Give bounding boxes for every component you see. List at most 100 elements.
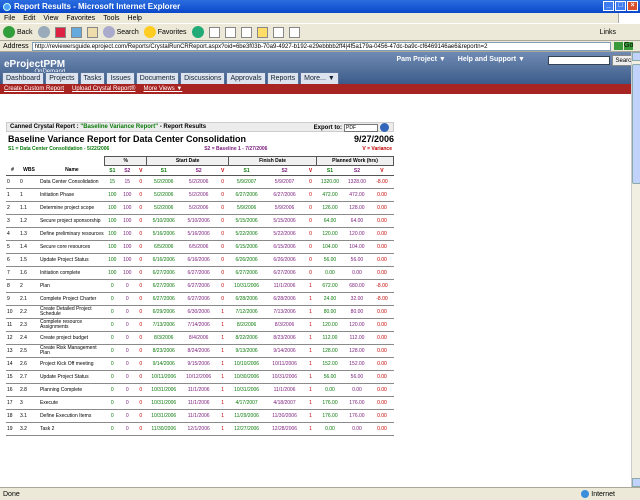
home-button[interactable] <box>86 26 98 38</box>
table-cell: 0 <box>104 305 120 319</box>
tab-tasks[interactable]: Tasks <box>79 72 106 84</box>
table-cell: Define preliminary resources <box>38 227 105 241</box>
table-cell: 1.2 <box>18 214 39 228</box>
table-cell: Project Kick Off meeting <box>38 357 105 371</box>
table-cell: 0 <box>134 396 147 410</box>
app-search-input[interactable] <box>548 56 610 65</box>
tab-projects[interactable]: Projects <box>45 72 79 84</box>
mail-button[interactable] <box>208 26 220 38</box>
links-button[interactable]: Links <box>600 29 616 36</box>
print-button[interactable] <box>224 26 236 38</box>
table-cell: 1 <box>6 188 19 202</box>
table-cell: 0 <box>304 266 317 280</box>
refresh-button[interactable] <box>70 26 82 38</box>
table-cell: 8/4/2006 <box>180 331 217 345</box>
table-row: 0 0 Data Center Consolidation 15 15 0 5/2/2006… <box>6 175 394 189</box>
create-custom-report-link[interactable]: Create Custom Report <box>4 86 64 92</box>
stop-button[interactable] <box>54 26 66 38</box>
group-start-date: Start Date <box>146 156 230 166</box>
column-header: S2 <box>264 165 305 176</box>
report-rows: 0 0 Data Center Consolidation 15 15 0 5/2/2006… <box>6 175 394 436</box>
tab-issues[interactable]: Issues <box>106 72 135 84</box>
column-header: S1 <box>104 165 120 176</box>
report-legend: S1 = Data Center Consolidation - 5/22/20… <box>6 146 394 152</box>
mail-icon <box>208 26 220 38</box>
maximize-button[interactable]: □ <box>615 1 626 11</box>
table-cell: 472.00 <box>316 188 344 202</box>
table-cell: 12/28/2006 <box>264 422 305 436</box>
table-cell: 0 <box>134 266 147 280</box>
table-cell: 7 <box>6 266 19 280</box>
menu-tools[interactable]: Tools <box>103 15 119 22</box>
tools-button[interactable] <box>288 26 300 38</box>
media-button[interactable] <box>191 26 204 38</box>
tab-discussions[interactable]: Discussions <box>180 72 226 84</box>
table-cell: -8.00 <box>370 175 394 189</box>
table-cell: 0.00 <box>370 331 394 345</box>
tab-reports[interactable]: Reports <box>266 72 300 84</box>
table-cell: 0 <box>134 305 147 319</box>
export-go-button[interactable] <box>380 123 389 132</box>
tab-documents[interactable]: Documents <box>135 72 180 84</box>
address-input[interactable]: http://reviewersguide.eproject.com/Repor… <box>31 41 611 51</box>
forward-button[interactable] <box>37 26 50 38</box>
scroll-thumb[interactable] <box>632 64 640 184</box>
upload-crystal-report-link[interactable]: Upload Crystal Report® <box>72 86 135 92</box>
table-cell: 9 <box>6 292 19 306</box>
table-cell: 0 <box>104 279 120 293</box>
column-header: V <box>370 165 394 176</box>
edit-button[interactable] <box>240 26 252 38</box>
user-menu-link[interactable]: Pam Project ▼ <box>396 56 445 63</box>
table-cell: 6/26/2006 <box>228 253 265 267</box>
legend-s1: S1 = Data Center Consolidation - 5/22/20… <box>8 146 110 152</box>
favorites-button[interactable]: Favorites <box>143 26 187 38</box>
menu-help[interactable]: Help <box>128 15 142 22</box>
report-date: 9/27/2006 <box>353 134 394 144</box>
vertical-scrollbar[interactable] <box>631 52 640 487</box>
tab-approvals[interactable]: Approvals <box>226 72 266 84</box>
table-cell: 7/13/2006 <box>146 318 181 332</box>
folder-button[interactable] <box>256 26 268 38</box>
table-cell: 0.00 <box>370 422 394 436</box>
table-cell: 6/27/2006 <box>146 266 181 280</box>
menu-favorites[interactable]: Favorites <box>66 15 95 22</box>
search-button[interactable]: Search <box>102 26 139 38</box>
table-cell: 6 <box>6 253 19 267</box>
tools-icon <box>288 26 300 38</box>
table-cell: 126.00 <box>316 201 344 215</box>
close-button[interactable]: × <box>627 1 638 11</box>
back-button[interactable]: Back <box>3 26 33 38</box>
tab-dashboard[interactable]: Dashboard <box>2 72 45 84</box>
table-cell: 56.00 <box>316 370 344 384</box>
more-views-link[interactable]: More Views ▼ <box>143 86 182 92</box>
table-cell: 7/14/2006 <box>180 318 217 332</box>
table-cell: 5/9/2007 <box>228 175 265 189</box>
tab-more[interactable]: More... ▼ <box>300 72 339 84</box>
table-cell: 15 <box>6 370 19 384</box>
table-cell: 10/31/2006 <box>146 396 181 410</box>
minimize-button[interactable]: _ <box>603 1 614 11</box>
table-cell: Update Project Status <box>38 370 105 384</box>
go-button[interactable]: Go <box>614 42 640 51</box>
table-cell: 0 <box>104 383 120 397</box>
table-cell: 120.00 <box>316 227 344 241</box>
table-cell: 0.00 <box>370 188 394 202</box>
table-cell: 10/10/2006 <box>228 357 265 371</box>
table-cell: 120.00 <box>343 227 371 241</box>
menu-view[interactable]: View <box>43 15 58 22</box>
table-cell: -8.00 <box>370 292 394 306</box>
table-cell: 0.00 <box>343 266 371 280</box>
table-cell: 0 <box>104 422 120 436</box>
scroll-down-button[interactable] <box>632 478 640 487</box>
table-cell: 0 <box>134 344 147 358</box>
menu-edit[interactable]: Edit <box>23 15 35 22</box>
table-cell: 0 <box>304 240 317 254</box>
help-support-link[interactable]: Help and Support ▼ <box>458 56 525 63</box>
export-format-select[interactable]: PDF <box>344 123 378 132</box>
table-cell: 0 <box>304 175 317 189</box>
menu-file[interactable]: File <box>4 15 15 22</box>
column-header: S2 <box>119 165 135 176</box>
scroll-up-button[interactable] <box>632 52 640 61</box>
messenger-button[interactable] <box>272 26 284 38</box>
table-cell: 2.3 <box>18 318 39 332</box>
